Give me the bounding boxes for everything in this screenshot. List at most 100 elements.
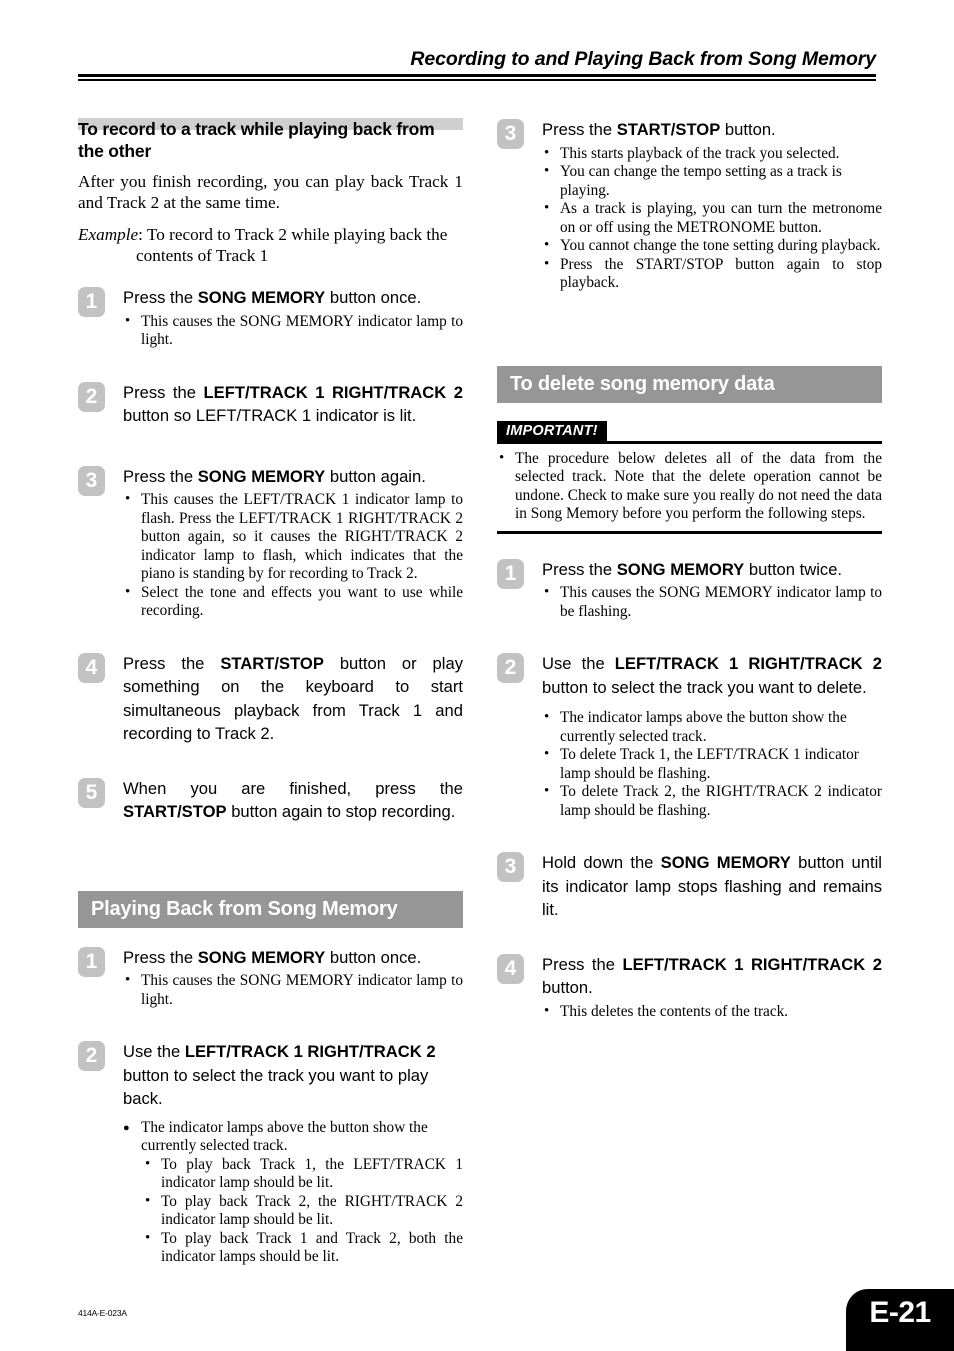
step-text-part: button. xyxy=(720,120,776,139)
left-column: To record to a track while playing back … xyxy=(78,118,463,1280)
bullet-item: This starts playback of the track you se… xyxy=(542,144,882,164)
step-text-part: button again to stop recording. xyxy=(226,802,456,821)
step-text-emphasis: SONG MEMORY xyxy=(197,947,326,967)
step-text: Press the SONG MEMORY button once. xyxy=(123,286,463,310)
step-number-badge: 3 xyxy=(497,852,524,882)
step-text-part: Use the xyxy=(123,1042,185,1061)
example-label: Example xyxy=(78,225,139,244)
important-bar: IMPORTANT! xyxy=(497,420,882,444)
step-text-emphasis: START/STOP xyxy=(220,653,324,673)
step-text-part: Press the xyxy=(542,120,617,139)
step-text: When you are finished, press the START/S… xyxy=(123,777,463,824)
bullet-item: This causes the SONG MEMORY indicator la… xyxy=(123,971,463,1009)
bullet-item: This deletes the contents of the track. xyxy=(542,1002,882,1022)
step-item: 2 Use the LEFT/TRACK 1 RIGHT/TRACK 2 but… xyxy=(78,1040,463,1267)
step-text-emphasis: LEFT/TRACK 1 RIGHT/TRACK 2 xyxy=(203,382,463,402)
step-text-part: button again. xyxy=(325,466,426,486)
bullet-item: This causes the LEFT/TRACK 1 indicator l… xyxy=(123,490,463,584)
step-text-part: Press the xyxy=(123,466,198,486)
example-text: : To record to Track 2 while playing bac… xyxy=(138,225,448,244)
step-number-badge: 3 xyxy=(78,465,105,496)
intro-paragraph: After you finish recording, you can play… xyxy=(78,172,463,212)
document-code: 414A-E-023A xyxy=(78,1308,127,1318)
bullet-item-primary: The indicator lamps above the button sho… xyxy=(123,1119,463,1156)
step-text-part: Press the xyxy=(123,382,204,402)
step-primary-bullet-list: The indicator lamps above the button sho… xyxy=(123,1119,463,1156)
header-divider xyxy=(78,74,876,81)
bullet-item: Press the START/STOP button again to sto… xyxy=(542,255,882,293)
step-item: 3 Press the SONG MEMORY button again. Th… xyxy=(78,465,463,621)
step-item: 5 When you are finished, press the START… xyxy=(78,777,463,824)
step-text: Press the SONG MEMORY button again. xyxy=(123,465,463,489)
step-number-badge: 2 xyxy=(78,1041,105,1071)
bullet-item: To play back Track 1 and Track 2, both t… xyxy=(143,1229,463,1267)
step-item: 3 Press the START/STOP button. This star… xyxy=(497,118,882,293)
step-text: Use the LEFT/TRACK 1 RIGHT/TRACK 2 butto… xyxy=(123,1040,463,1111)
step-item: 4 Press the START/STOP button or play so… xyxy=(78,652,463,746)
step-number-badge: 2 xyxy=(78,381,105,412)
step-text-emphasis: START/STOP xyxy=(616,120,721,139)
step-text: Use the LEFT/TRACK 1 RIGHT/TRACK 2 butto… xyxy=(542,652,882,699)
example-continuation: contents of Track 1 xyxy=(136,246,269,265)
step-text-part: button once. xyxy=(325,288,422,307)
step-text: Press the LEFT/TRACK 1 RIGHT/TRACK 2 but… xyxy=(542,953,882,1000)
step-text-emphasis: SONG MEMORY xyxy=(197,288,326,307)
step-text: Press the LEFT/TRACK 1 RIGHT/TRACK 2 but… xyxy=(123,381,463,428)
step-text-part: Use the xyxy=(542,654,615,673)
step-text-emphasis: SONG MEMORY xyxy=(660,853,791,872)
important-label: IMPORTANT! xyxy=(497,420,607,441)
manual-page: Recording to and Playing Back from Song … xyxy=(0,0,954,1351)
step-item: 2 Press the LEFT/TRACK 1 RIGHT/TRACK 2 b… xyxy=(78,381,463,428)
right-column: 3 Press the START/STOP button. This star… xyxy=(497,118,882,1034)
step-bullet-list: This causes the LEFT/TRACK 1 indicator l… xyxy=(123,490,463,621)
step-text-part: Press the xyxy=(123,947,198,967)
step-number-badge: 5 xyxy=(78,777,105,808)
step-item: 2 Use the LEFT/TRACK 1 RIGHT/TRACK 2 but… xyxy=(497,652,882,820)
bullet-item: The indicator lamps above the button sho… xyxy=(542,708,882,746)
step-text-part: button to select the track you want to d… xyxy=(542,677,867,697)
step-text-emphasis: LEFT/TRACK 1 RIGHT/TRACK 2 xyxy=(622,954,882,974)
step-item: 4 Press the LEFT/TRACK 1 RIGHT/TRACK 2 b… xyxy=(497,953,882,1022)
bullet-item: To play back Track 2, the RIGHT/TRACK 2 … xyxy=(143,1192,463,1230)
step-item: 3 Hold down the SONG MEMORY button until… xyxy=(497,851,882,922)
step-text-part: button to select the track you want to p… xyxy=(123,1065,429,1109)
section-heading-record-track: To record to a track while playing back … xyxy=(78,118,463,162)
step-text: Press the SONG MEMORY button twice. xyxy=(542,558,882,582)
page-number-tab: E-21 xyxy=(846,1289,954,1351)
step-nested-bullet-list: To play back Track 1, the LEFT/TRACK 1 i… xyxy=(123,1155,463,1267)
step-number-badge: 1 xyxy=(78,946,105,977)
step-text-part: Press the xyxy=(123,288,198,307)
step-bullet-list: The indicator lamps above the button sho… xyxy=(542,708,882,820)
step-text-emphasis: START/STOP xyxy=(123,802,227,821)
step-bullet-list: This starts playback of the track you se… xyxy=(542,144,882,293)
bullet-item: You can change the tempo setting as a tr… xyxy=(542,162,882,200)
step-text: Press the SONG MEMORY button once. xyxy=(123,946,463,970)
step-text-emphasis: LEFT/TRACK 1 RIGHT/TRACK 2 xyxy=(184,1042,436,1061)
step-item: 1 Press the SONG MEMORY button once. Thi… xyxy=(78,286,463,350)
page-header-title: Recording to and Playing Back from Song … xyxy=(410,48,876,70)
important-body: The procedure below deletes all of the d… xyxy=(497,449,882,524)
step-bullet-list: This causes the SONG MEMORY indicator la… xyxy=(123,312,463,350)
bullet-item: The procedure below deletes all of the d… xyxy=(497,449,882,524)
step-text-emphasis: SONG MEMORY xyxy=(197,466,326,486)
bullet-item: This causes the SONG MEMORY indicator la… xyxy=(542,583,882,621)
step-number-badge: 1 xyxy=(497,558,524,589)
bullet-item: To delete Track 1, the LEFT/TRACK 1 indi… xyxy=(542,745,882,783)
step-text-part: Press the xyxy=(542,559,617,579)
step-number-badge: 4 xyxy=(78,652,105,683)
important-top-rule xyxy=(497,440,882,444)
step-number-badge: 4 xyxy=(497,953,524,984)
step-number-badge: 1 xyxy=(78,287,105,317)
step-text-emphasis: LEFT/TRACK 1 RIGHT/TRACK 2 xyxy=(614,654,882,673)
bullet-item: As a track is playing, you can turn the … xyxy=(542,199,882,237)
bullet-item: To play back Track 1, the LEFT/TRACK 1 i… xyxy=(143,1155,463,1193)
step-text-emphasis: SONG MEMORY xyxy=(616,559,745,579)
section-heading-playing-back: Playing Back from Song Memory xyxy=(78,890,463,928)
bullet-item: To delete Track 2, the RIGHT/TRACK 2 ind… xyxy=(542,782,882,820)
step-bullet-list: This causes the SONG MEMORY indicator la… xyxy=(123,971,463,1009)
step-text: Press the START/STOP button or play some… xyxy=(123,652,463,746)
step-bullet-list: This causes the SONG MEMORY indicator la… xyxy=(542,583,882,621)
example-paragraph: Example: To record to Track 2 while play… xyxy=(78,224,463,266)
step-text: Hold down the SONG MEMORY button until i… xyxy=(542,851,882,922)
important-notice: IMPORTANT! The procedure below deletes a… xyxy=(497,420,882,534)
